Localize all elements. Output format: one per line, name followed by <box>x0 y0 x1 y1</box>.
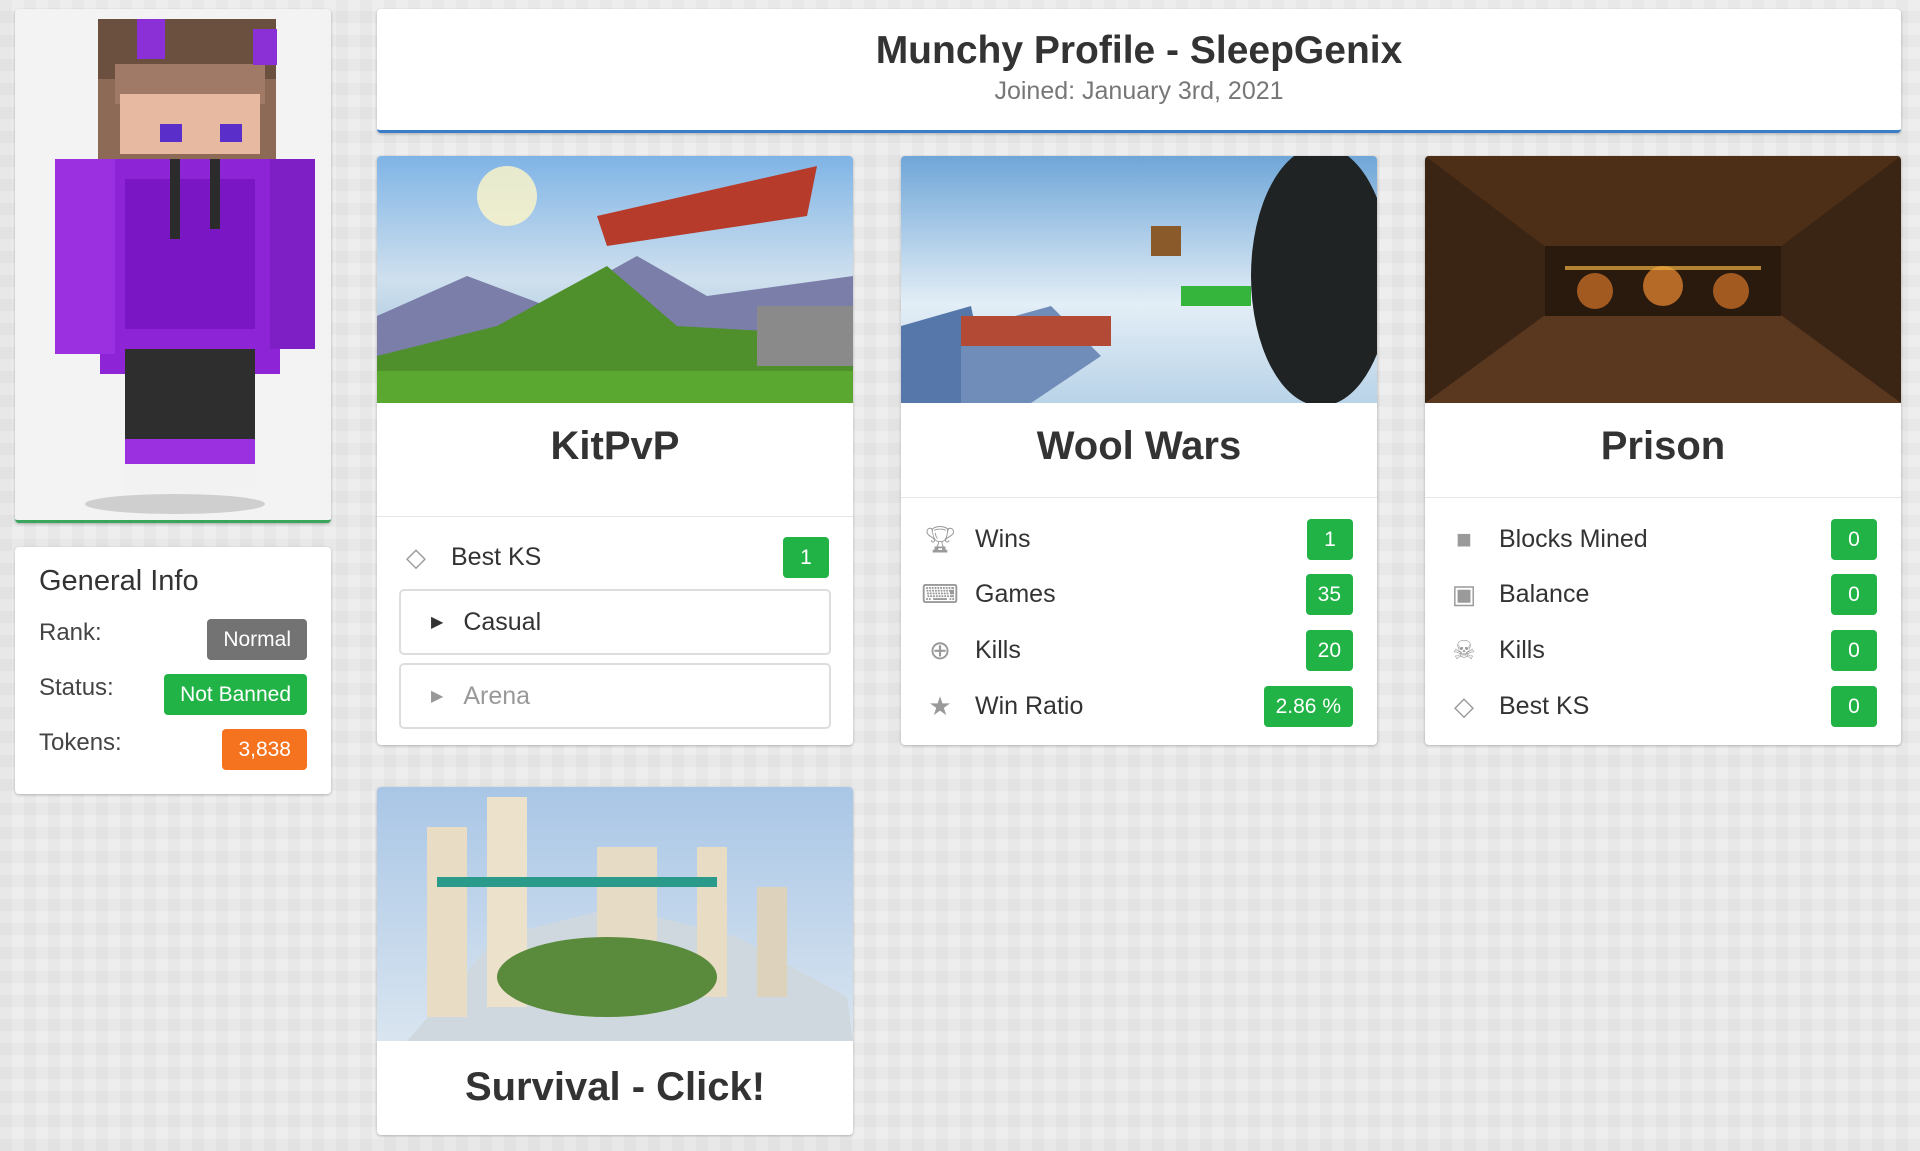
tokens-row: Tokens: 3,838 <box>39 722 307 777</box>
stat-label: Wins <box>975 524 1031 553</box>
divider <box>1425 497 1901 498</box>
kitpvp-thumbnail <box>377 156 853 403</box>
player-skin-render <box>55 19 315 514</box>
general-info-title: General Info <box>39 565 199 597</box>
stat-value: 0 <box>1831 573 1877 615</box>
status-label: Status: <box>39 673 114 701</box>
stat-row-wins: 🏆︎ Wins 1 <box>923 517 1353 561</box>
stat-label: Kills <box>1499 635 1545 664</box>
player-skin-card <box>15 9 331 523</box>
section-casual-toggle[interactable]: ▶ Casual <box>399 589 831 655</box>
woolwars-thumbnail <box>901 156 1377 403</box>
crosshair-icon: ⊕ <box>929 634 951 665</box>
survival-thumbnail <box>377 787 853 1041</box>
stat-value: 0 <box>1831 629 1877 671</box>
stat-row-kills: ⊕ Kills 20 <box>925 628 1353 672</box>
status-badge: Not Banned <box>164 674 307 715</box>
page-title: Munchy Profile - SleepGenix <box>875 29 1403 72</box>
section-label: Casual <box>463 607 542 636</box>
stat-value: 2.86 % <box>1263 685 1353 727</box>
stat-label: Balance <box>1499 579 1590 608</box>
trophy-icon: 🏆︎ <box>923 523 957 554</box>
star-icon: ★ <box>928 690 952 721</box>
section-label: Arena <box>463 681 531 710</box>
divider <box>377 516 853 517</box>
rank-row: Rank: Normal <box>39 612 307 667</box>
caret-right-icon: ▶ <box>431 614 444 631</box>
tokens-badge: 3,838 <box>222 729 307 770</box>
stat-label: Best KS <box>1499 691 1590 720</box>
stat-value: 20 <box>1305 629 1353 671</box>
prison-card[interactable]: Prison ■ Blocks Mined 0 ▣ Balance 0 ☠ Ki… <box>1425 156 1901 745</box>
survival-title: Survival - Click! <box>464 1065 766 1109</box>
stat-value: 1 <box>1307 518 1353 560</box>
money-icon: ▣ <box>1451 578 1477 609</box>
stat-label: Win Ratio <box>975 691 1084 720</box>
prison-title: Prison <box>1600 424 1726 468</box>
stat-value: 1 <box>783 536 829 578</box>
stat-row-blocks-mined: ■ Blocks Mined 0 <box>1449 517 1877 561</box>
woolwars-title: Wool Wars <box>1036 424 1242 468</box>
tokens-label: Tokens: <box>39 728 122 756</box>
stat-row-best-ks: ◇ Best KS 1 <box>401 535 829 579</box>
stat-value: 0 <box>1831 518 1877 560</box>
gamepad-icon: ⌨︎ <box>921 578 959 609</box>
stat-label: Best KS <box>451 542 542 571</box>
survival-card[interactable]: Survival - Click! <box>377 787 853 1135</box>
prison-thumbnail <box>1425 156 1901 403</box>
stat-row-balance: ▣ Balance 0 <box>1449 572 1877 616</box>
divider <box>901 497 1377 498</box>
stat-row-kills: ☠ Kills 0 <box>1449 628 1877 672</box>
stat-row-games: ⌨︎ Games 35 <box>921 572 1353 616</box>
kitpvp-title: KitPvP <box>550 424 680 468</box>
rank-badge: Normal <box>207 619 307 660</box>
kitpvp-card[interactable]: KitPvP ◇ Best KS 1 ▶ Casual ▶ Arena <box>377 156 853 745</box>
status-row: Status: Not Banned <box>39 667 307 722</box>
general-info-card: General Info Rank: Normal Status: Not Ba… <box>15 547 331 794</box>
stat-value: 35 <box>1305 573 1353 615</box>
stat-label: Games <box>975 579 1056 608</box>
diamond-icon: ◇ <box>1454 690 1474 721</box>
caret-right-icon: ▶ <box>431 688 444 705</box>
skull-icon: ☠ <box>1452 634 1476 665</box>
stat-row-win-ratio: ★ Win Ratio 2.86 % <box>925 684 1353 728</box>
rank-label: Rank: <box>39 618 102 646</box>
joined-date: Joined: January 3rd, 2021 <box>994 77 1284 105</box>
stat-row-best-ks: ◇ Best KS 0 <box>1449 684 1877 728</box>
square-icon: ■ <box>1456 523 1472 554</box>
woolwars-card[interactable]: Wool Wars 🏆︎ Wins 1 ⌨︎ Games 35 ⊕ Kills … <box>901 156 1377 745</box>
profile-header: Munchy Profile - SleepGenix Joined: Janu… <box>377 9 1901 133</box>
diamond-icon: ◇ <box>406 541 426 572</box>
section-arena-toggle[interactable]: ▶ Arena <box>399 663 831 729</box>
stat-label: Kills <box>975 635 1021 664</box>
stat-label: Blocks Mined <box>1499 524 1648 553</box>
stat-value: 0 <box>1831 685 1877 727</box>
